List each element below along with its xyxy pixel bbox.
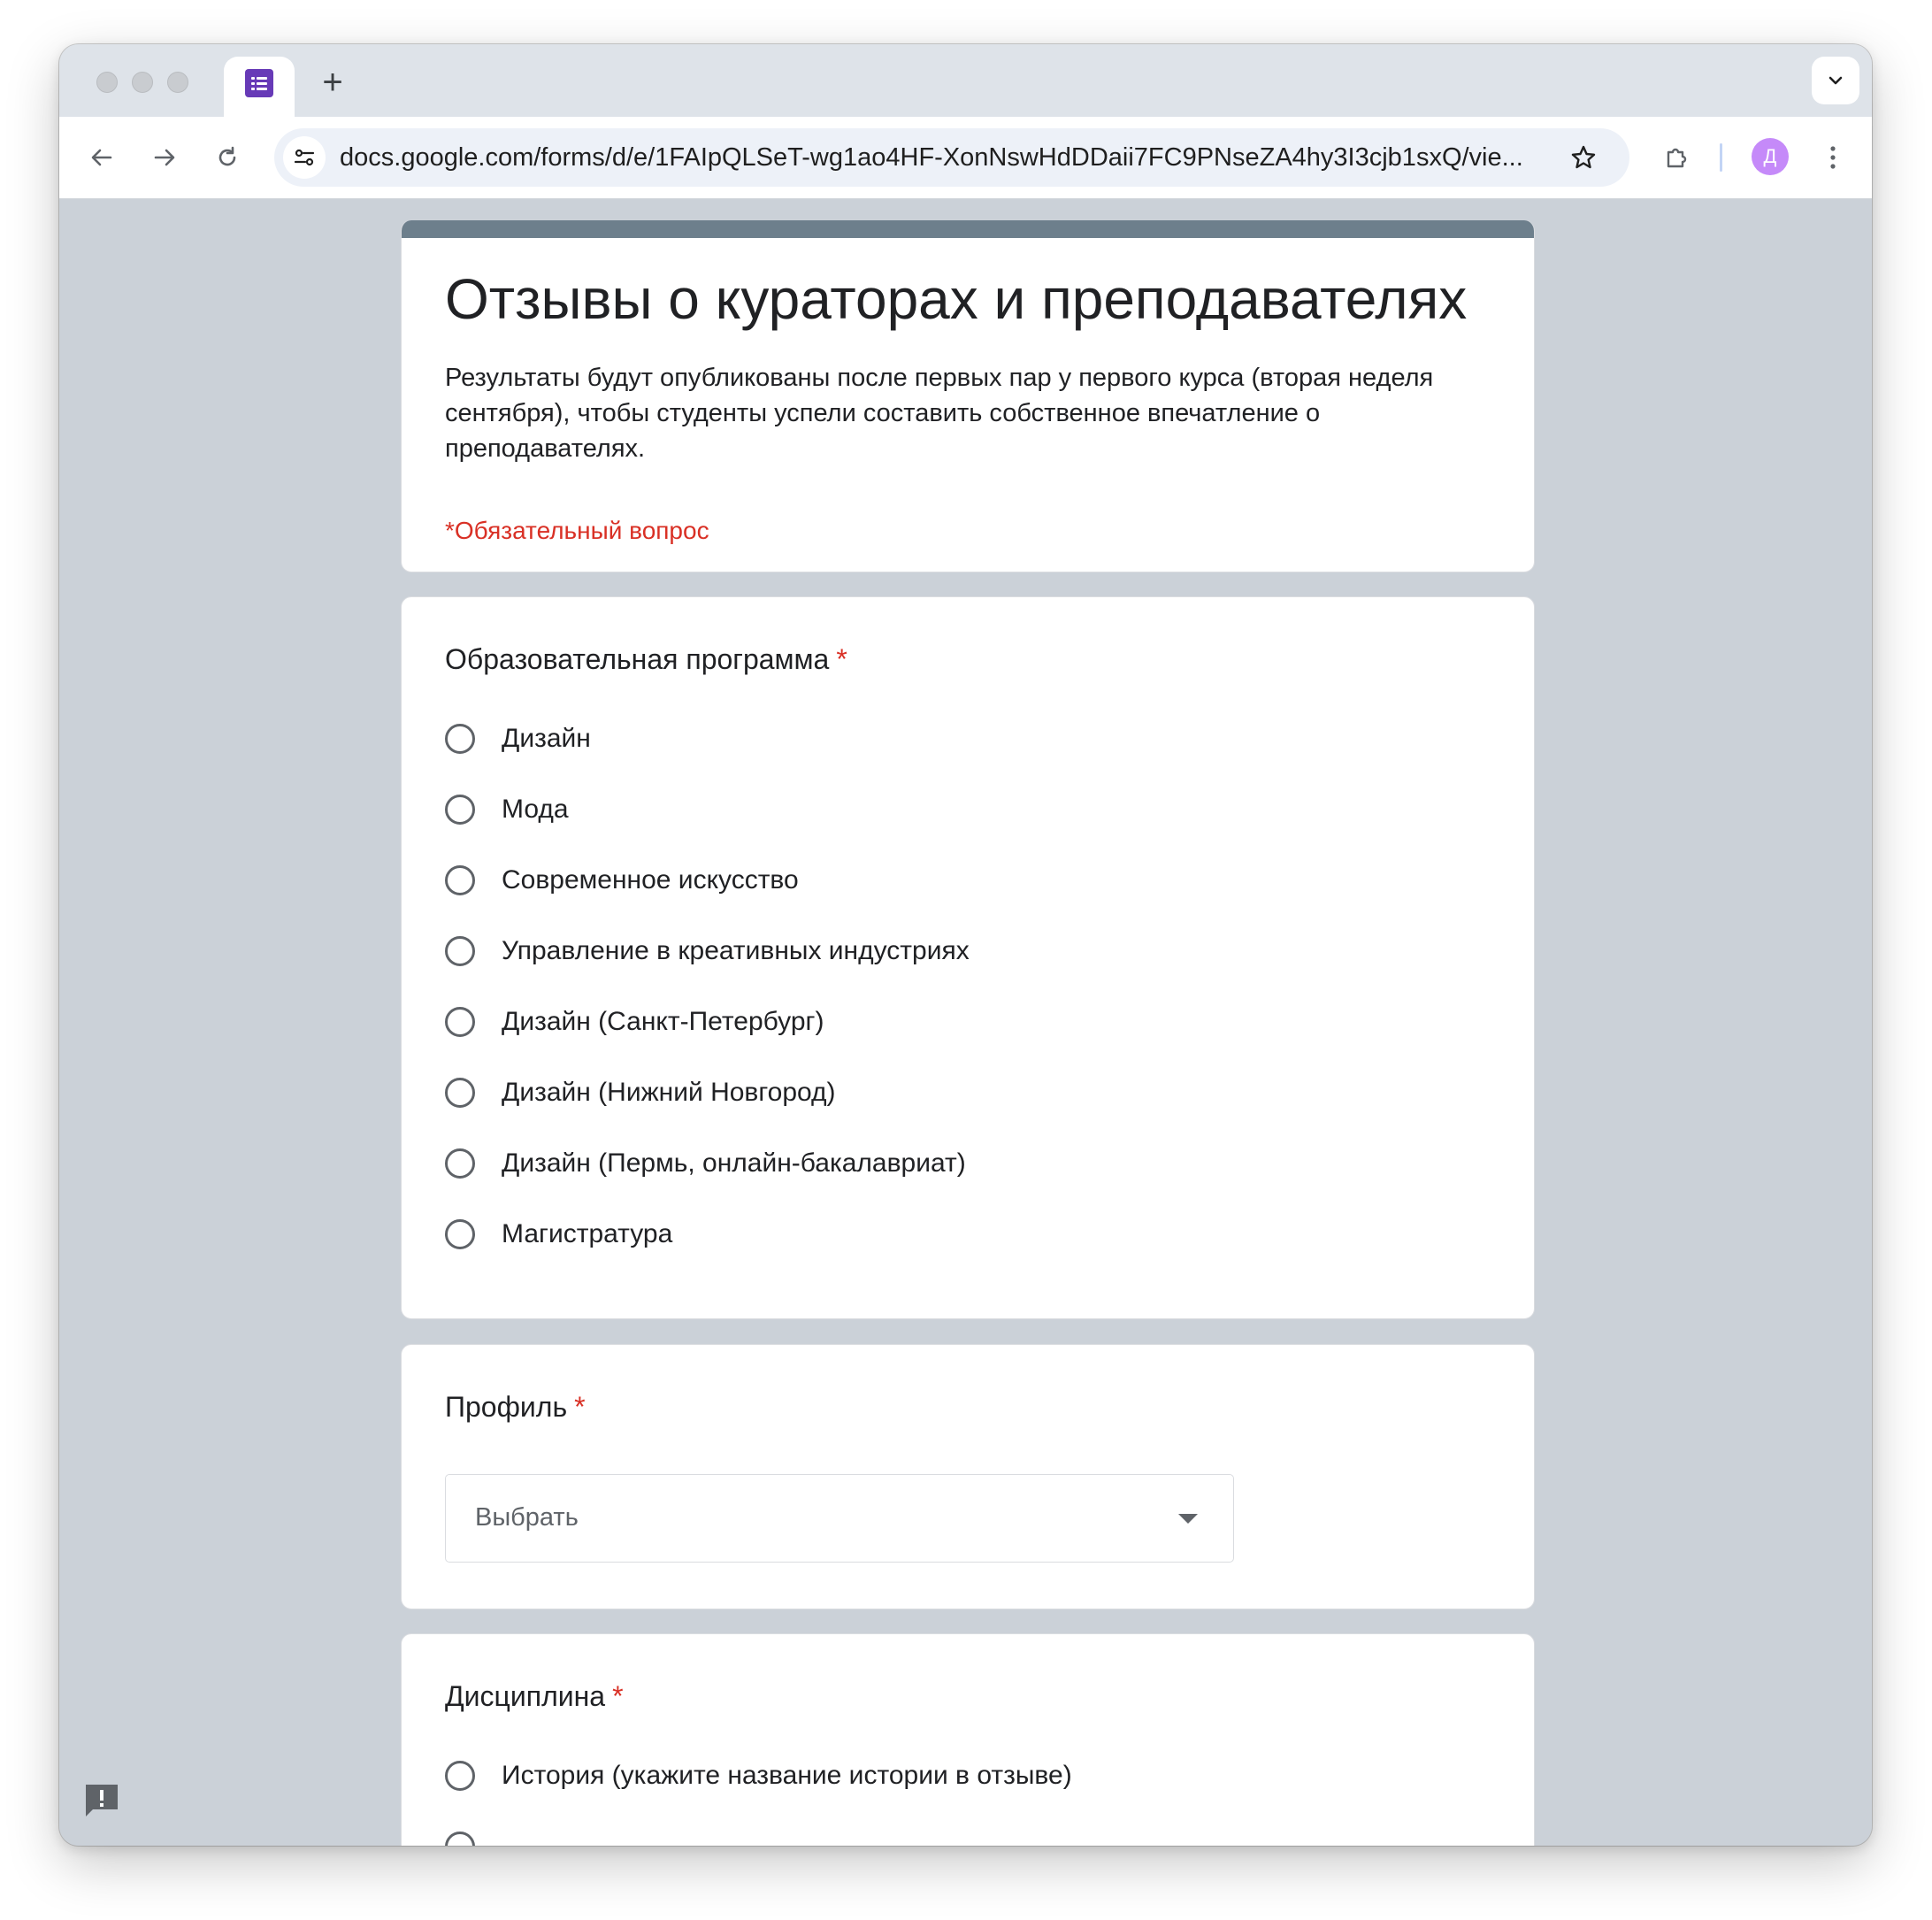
option-label: Дизайн (Нижний Новгород) [502,1078,836,1107]
back-button[interactable] [82,138,121,177]
radio-option[interactable]: Магистратура [445,1215,672,1254]
dropdown-arrow-icon [1178,1514,1198,1524]
forward-button[interactable] [145,138,184,177]
address-bar[interactable]: docs.google.com/forms/d/e/1FAIpQLSeT-wg1… [274,128,1629,187]
form-header-card: Отзывы о кураторах и преподавателях Резу… [401,220,1535,572]
minimize-window-button[interactable] [132,72,153,93]
radio-option[interactable] [445,1827,475,1846]
radio-option[interactable]: Дизайн [445,719,591,758]
form-title: Отзывы о кураторах и преподавателях [445,267,1468,331]
required-asterisk: * [574,1391,586,1423]
question-title-text: Дисциплина [445,1680,606,1712]
tune-icon [294,149,315,166]
dropdown-value: Выбрать [475,1503,579,1532]
arrow-right-icon [154,149,175,166]
new-tab-button[interactable]: + [312,62,353,103]
option-label: Магистратура [502,1219,673,1248]
reload-icon [218,146,236,166]
question-title-text: Образовательная программа [445,643,830,675]
radio-option[interactable]: Современное искусство [445,861,799,900]
zoom-window-button[interactable] [167,72,188,93]
more-vertical-icon [1830,146,1836,169]
radio-button[interactable] [445,1148,475,1179]
option-label: История (укажите название истории в отзы… [502,1761,1072,1790]
radio-button[interactable] [445,1007,475,1037]
option-label: Современное искусство [502,865,799,895]
chevron-down-icon [1828,76,1843,85]
toolbar-divider [1720,143,1722,172]
radio-button[interactable] [445,1219,475,1249]
radio-option[interactable]: Дизайн (Санкт-Петербург) [445,1002,824,1041]
required-asterisk: * [836,643,847,675]
radio-button[interactable] [445,1078,475,1108]
browser-window: + docs.google.com/forms/d/e/1FAIpQLSeT-w… [59,44,1872,1846]
radio-button[interactable] [445,724,475,754]
star-icon [1571,145,1596,169]
question-card-profile: Профиль * Выбрать [401,1344,1535,1609]
radio-option[interactable]: Дизайн (Пермь, онлайн-бакалавриат) [445,1144,966,1183]
radio-button[interactable] [445,936,475,966]
radio-button[interactable] [445,795,475,825]
option-label: Дизайн (Санкт-Петербург) [502,1007,824,1036]
profile-avatar[interactable]: Д [1752,138,1789,175]
option-label: Дизайн [502,724,591,753]
question-card-program: Образовательная программа * Дизайн Мода С… [401,596,1535,1319]
url-text[interactable]: docs.google.com/forms/d/e/1FAIpQLSeT-wg1… [340,128,1534,187]
radio-button[interactable] [445,865,475,895]
question-card-discipline: Дисциплина * История (укажите название ис… [401,1633,1535,1846]
radio-option[interactable]: Управление в креативных индустриях [445,932,970,971]
extensions-button[interactable] [1658,138,1697,177]
question-title: Дисциплина * [445,1680,624,1713]
close-window-button[interactable] [96,72,118,93]
required-note: *Обязательный вопрос [445,517,709,544]
report-feedback-button[interactable] [83,1782,120,1819]
puzzle-icon [1667,148,1687,168]
reload-button[interactable] [208,138,247,177]
profile-dropdown[interactable]: Выбрать [445,1474,1234,1563]
question-title-text: Профиль [445,1391,568,1423]
site-info-button[interactable] [283,136,326,179]
option-label: Дизайн (Пермь, онлайн-бакалавриат) [502,1148,966,1178]
radio-button[interactable] [445,1832,475,1846]
page-viewport: Отзывы о кураторах и преподавателях Резу… [59,199,1872,1846]
tab-strip: + [59,44,1872,117]
tab-google-forms[interactable] [224,57,295,117]
option-label: Управление в креативных индустриях [502,936,970,965]
browser-menu-button[interactable] [1813,138,1852,177]
radio-option[interactable]: История (укажите название истории в отзы… [445,1756,1072,1795]
option-label: Мода [502,795,569,824]
radio-option[interactable]: Мода [445,790,569,829]
google-forms-icon [245,69,273,97]
form-description: Результаты будут опубликованы после перв… [445,364,1434,463]
required-asterisk: * [612,1680,624,1712]
arrow-left-icon [91,149,112,166]
form-accent-bar [402,220,1534,238]
radio-button[interactable] [445,1761,475,1791]
feedback-icon [86,1785,118,1816]
bookmark-button[interactable] [1564,138,1603,177]
question-title: Профиль * [445,1391,586,1424]
radio-option[interactable]: Дизайн (Нижний Новгород) [445,1073,836,1112]
question-title: Образовательная программа * [445,643,847,676]
browser-toolbar: docs.google.com/forms/d/e/1FAIpQLSeT-wg1… [59,117,1872,199]
tab-search-button[interactable] [1812,57,1859,104]
